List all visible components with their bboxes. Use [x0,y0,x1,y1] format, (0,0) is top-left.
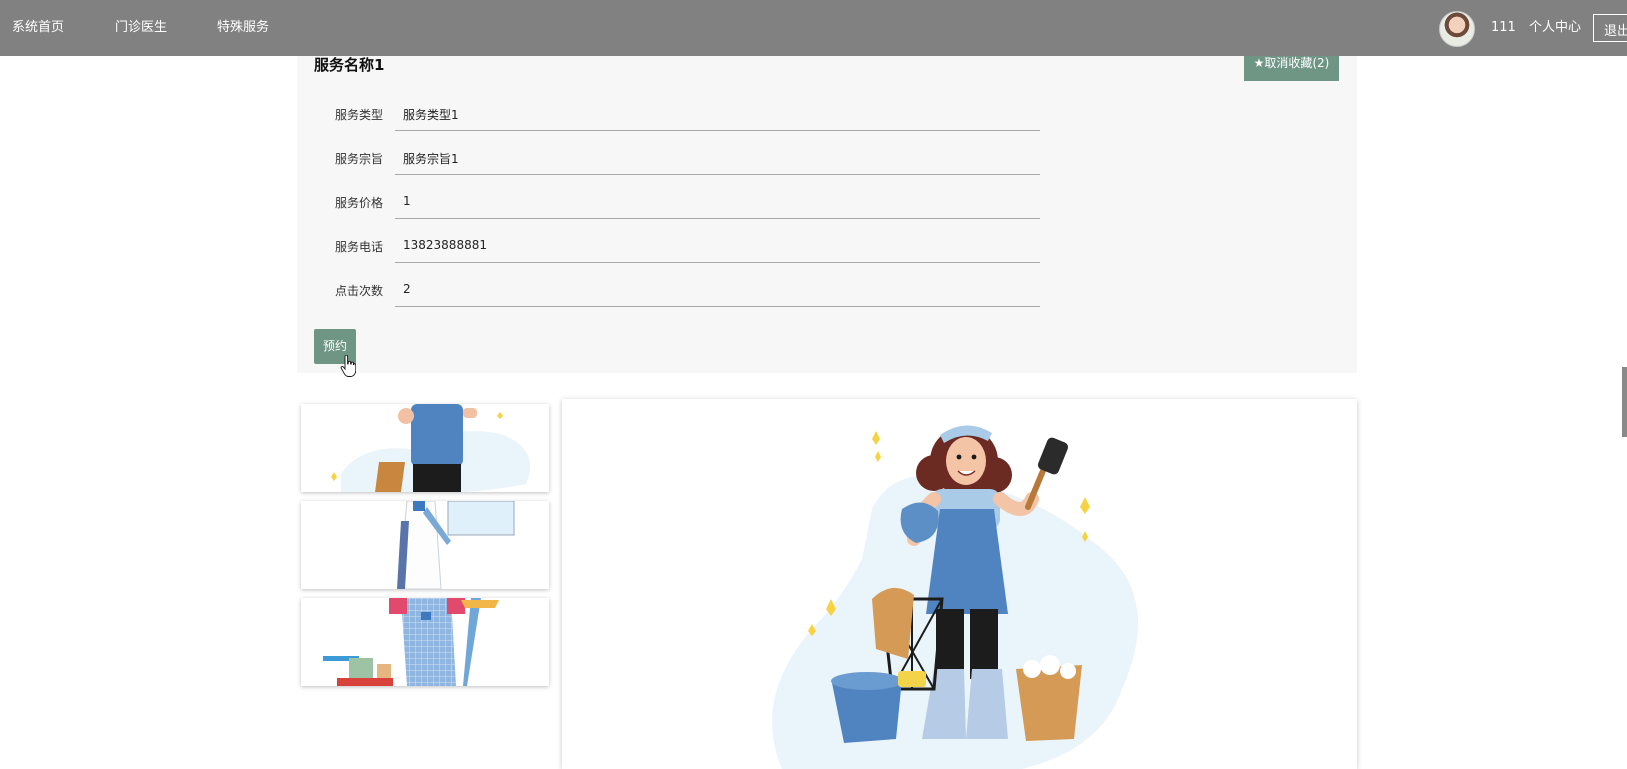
nav-item-home[interactable]: 系统首页 [12,20,64,36]
field-service-purpose: 服务宗旨 服务宗旨1 [297,137,1357,181]
thumbnail-illustration [301,501,549,589]
field-service-phone: 服务电话 13823888881 [297,225,1357,269]
thumbnail-illustration [301,598,549,686]
field-label: 服务类型 [335,108,384,122]
field-service-price: 服务价格 1 [297,181,1357,225]
field-label: 服务价格 [335,196,384,210]
gallery-thumbnail-1[interactable] [301,404,549,492]
field-value: 服务宗旨1 [395,137,1040,175]
service-info-panel: 服务名称1 ★取消收藏(2) 服务类型 服务类型1 服务宗旨 服务宗旨1 服务价… [297,38,1357,373]
service-title: 服务名称1 [314,56,385,74]
field-label: 服务电话 [335,240,384,254]
main-service-image [562,399,1357,769]
hand-pointer-icon [340,355,356,377]
nav-item-doctors[interactable]: 门诊医生 [115,20,167,36]
avatar[interactable] [1439,11,1475,47]
field-value: 2 [395,269,1040,307]
field-value: 服务类型1 [395,93,1040,131]
field-label: 服务宗旨 [335,152,384,166]
field-value: 13823888881 [395,225,1040,263]
logout-button[interactable]: 退出 [1593,14,1627,42]
username-label: 111 [1491,20,1516,35]
field-service-type: 服务类型 服务类型1 [297,93,1357,137]
nav-item-special-services[interactable]: 特殊服务 [217,20,269,36]
field-value: 1 [395,181,1040,219]
top-nav-bar: 系统首页 门诊医生 特殊服务 111 个人中心 退出 [0,0,1627,56]
personal-center-link[interactable]: 个人中心 [1529,20,1581,36]
gallery-thumbnail-3[interactable] [301,598,549,686]
field-click-count: 点击次数 2 [297,269,1357,313]
cleaning-lady-illustration [562,399,1357,769]
field-label: 点击次数 [335,284,384,298]
page-scrollbar[interactable] [1622,367,1627,437]
thumbnail-illustration [301,404,549,492]
gallery-thumbnail-2[interactable] [301,501,549,589]
